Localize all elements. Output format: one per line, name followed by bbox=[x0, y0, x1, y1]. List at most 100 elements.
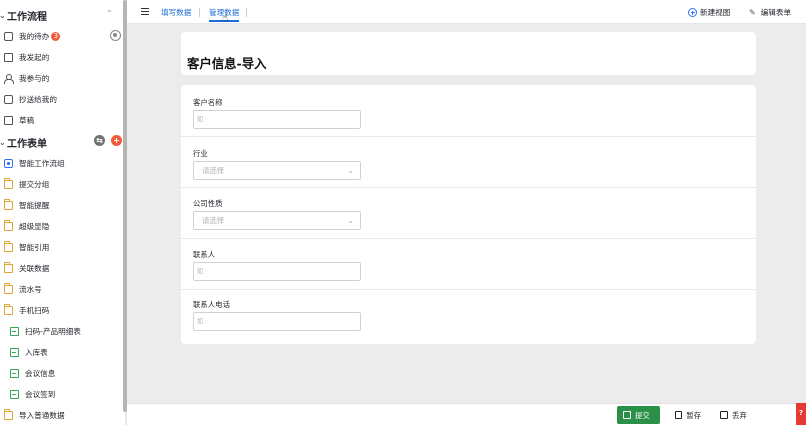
new-view-label: 新建视图 bbox=[700, 8, 731, 17]
sidebar-item-label: 我发起的 bbox=[19, 52, 50, 62]
divider bbox=[181, 289, 756, 290]
chevron-down-icon: ⌄ bbox=[347, 216, 354, 225]
todo-count-badge: 3 bbox=[51, 31, 61, 41]
save-icon bbox=[675, 411, 683, 419]
discard-icon bbox=[720, 411, 728, 419]
help-button[interactable]: ? bbox=[796, 403, 806, 425]
sidebar-item-folder[interactable]: 提交分组 bbox=[4, 176, 49, 192]
edit-form-button[interactable]: ✎ 编辑表单 bbox=[749, 7, 791, 18]
sidebar-item-folder[interactable]: 流水号 bbox=[4, 281, 42, 297]
edit-icon: ✎ bbox=[749, 8, 756, 17]
folder-icon bbox=[4, 408, 13, 420]
sidebar-item-folder[interactable]: 智能提醒 bbox=[4, 197, 49, 213]
submit-icon bbox=[623, 411, 631, 419]
initiated-icon bbox=[4, 52, 13, 62]
add-form-icon[interactable]: + bbox=[111, 135, 122, 146]
chevron-down-icon: ⌄ bbox=[0, 11, 6, 20]
draft-icon bbox=[4, 115, 13, 125]
sidebar-scrollbar[interactable] bbox=[123, 0, 127, 412]
sidebar-item-label: 手机扫码 bbox=[19, 305, 50, 315]
section-workflow-title: 工作流程 bbox=[7, 11, 47, 23]
field-label-company-type: 公司性质 bbox=[193, 199, 223, 208]
menu-icon[interactable] bbox=[141, 8, 149, 15]
sidebar-item-label: 入库表 bbox=[25, 347, 48, 357]
collapse-icon[interactable]: ⌃ bbox=[106, 9, 113, 18]
form-title-card: 客户信息-导入 bbox=[181, 32, 756, 75]
form-doc-icon bbox=[10, 368, 19, 378]
customer-name-input[interactable]: 如 bbox=[193, 110, 361, 129]
folder-icon bbox=[4, 261, 13, 273]
sidebar-item-label: 提交分组 bbox=[19, 179, 50, 189]
sidebar-item-label: 会议信息 bbox=[25, 368, 56, 378]
sidebar-item-draft[interactable]: 草稿 bbox=[4, 112, 34, 128]
page-title: 客户信息-导入 bbox=[187, 56, 267, 71]
field-label-contact-phone: 联系人电话 bbox=[193, 300, 230, 309]
sidebar-item-form[interactable]: 会议签到 bbox=[10, 386, 55, 402]
sidebar-item-label: 导入普通数据 bbox=[19, 410, 65, 420]
smart-flow-icon bbox=[4, 158, 13, 168]
chevron-down-icon: ⌄ bbox=[347, 166, 354, 175]
contact-input[interactable]: 如 bbox=[193, 262, 361, 281]
form-doc-icon bbox=[10, 347, 19, 357]
sidebar-item-label: 智能引用 bbox=[19, 242, 50, 252]
folder-icon bbox=[4, 198, 13, 210]
divider bbox=[181, 238, 756, 239]
plus-circle-icon bbox=[688, 8, 697, 17]
section-forms-header[interactable]: ⌄ 工作表单 bbox=[0, 133, 47, 151]
sidebar-item-folder[interactable]: 关联数据 bbox=[4, 260, 49, 276]
sidebar: ⌄ 工作流程 ⌃ 我的待办 3 我发起的 我参与的 抄送给我的 草稿 ⌄ 工作表… bbox=[0, 0, 126, 425]
edit-form-label: 编辑表单 bbox=[760, 8, 792, 17]
group-manage-icon[interactable]: ⇆ bbox=[94, 135, 105, 146]
contact-phone-input[interactable]: 如 bbox=[193, 312, 361, 331]
new-view-button[interactable]: 新建视图 bbox=[688, 7, 730, 18]
form-doc-icon bbox=[10, 326, 19, 336]
sidebar-item-folder[interactable]: 超级显隐 bbox=[4, 218, 49, 234]
sidebar-item-label: 草稿 bbox=[19, 115, 35, 125]
section-forms-title: 工作表单 bbox=[7, 138, 47, 150]
chevron-down-icon: ⌄ bbox=[0, 138, 6, 147]
sidebar-item-form[interactable]: 会议信息 bbox=[10, 365, 55, 381]
submit-button[interactable]: 提交 bbox=[617, 406, 660, 424]
field-label-industry: 行业 bbox=[193, 149, 208, 158]
todo-icon bbox=[4, 31, 13, 41]
sidebar-item-form[interactable]: 扫码-产品明细表 bbox=[10, 323, 81, 339]
sidebar-item-smart-flow[interactable]: 智能工作流组 bbox=[4, 155, 65, 171]
sidebar-item-label: 智能工作流组 bbox=[19, 158, 65, 168]
sidebar-item-participant[interactable]: 我参与的 bbox=[4, 70, 49, 86]
company-type-select-placeholder: 请选择 bbox=[202, 216, 225, 225]
sidebar-item-todo[interactable]: 我的待办 3 bbox=[4, 28, 61, 44]
discard-label: 丢弃 bbox=[732, 410, 747, 420]
sidebar-item-label: 扫码-产品明细表 bbox=[25, 326, 81, 336]
section-workflow-header[interactable]: ⌄ 工作流程 bbox=[0, 6, 47, 24]
folder-icon bbox=[4, 219, 13, 231]
sidebar-item-folder[interactable]: 智能引用 bbox=[4, 239, 49, 255]
sidebar-item-label: 会议签到 bbox=[25, 389, 56, 399]
sidebar-item-label: 抄送给我的 bbox=[19, 94, 57, 104]
sidebar-item-label: 我参与的 bbox=[19, 73, 50, 83]
save-draft-button[interactable]: 暂存 bbox=[668, 406, 708, 424]
top-bar: 填写数据 管理数据 ☝ 新建视图 ✎ 编辑表单 bbox=[127, 0, 806, 24]
sidebar-item-label: 智能提醒 bbox=[19, 200, 50, 210]
folder-icon bbox=[4, 177, 13, 189]
sidebar-item-folder[interactable]: 导入普通数据 bbox=[4, 407, 65, 423]
sidebar-item-folder[interactable]: 手机扫码 bbox=[4, 302, 49, 318]
form-doc-icon bbox=[10, 389, 19, 399]
discard-button[interactable]: 丢弃 bbox=[714, 406, 754, 424]
sidebar-item-form[interactable]: 入库表 bbox=[10, 344, 48, 360]
divider bbox=[181, 187, 756, 188]
form-card: 客户名称 如 行业 请选择 ⌄ 公司性质 请选择 ⌄ 联系人 如 联系人电话 如 bbox=[181, 85, 756, 344]
tab-divider bbox=[246, 8, 247, 17]
tab-fill-data[interactable]: 填写数据 bbox=[161, 7, 191, 18]
field-label-customer-name: 客户名称 bbox=[193, 98, 223, 107]
sidebar-item-label: 流水号 bbox=[19, 284, 42, 294]
folder-icon bbox=[4, 303, 13, 315]
divider bbox=[181, 136, 756, 137]
cc-icon bbox=[4, 94, 13, 104]
industry-select[interactable]: 请选择 ⌄ bbox=[193, 161, 361, 180]
sidebar-item-label: 我的待办 bbox=[19, 31, 50, 41]
gear-icon[interactable] bbox=[110, 30, 121, 41]
sidebar-item-label: 超级显隐 bbox=[19, 221, 50, 231]
sidebar-item-initiated[interactable]: 我发起的 bbox=[4, 49, 49, 65]
company-type-select[interactable]: 请选择 ⌄ bbox=[193, 211, 361, 230]
sidebar-item-cc[interactable]: 抄送给我的 bbox=[4, 91, 57, 107]
